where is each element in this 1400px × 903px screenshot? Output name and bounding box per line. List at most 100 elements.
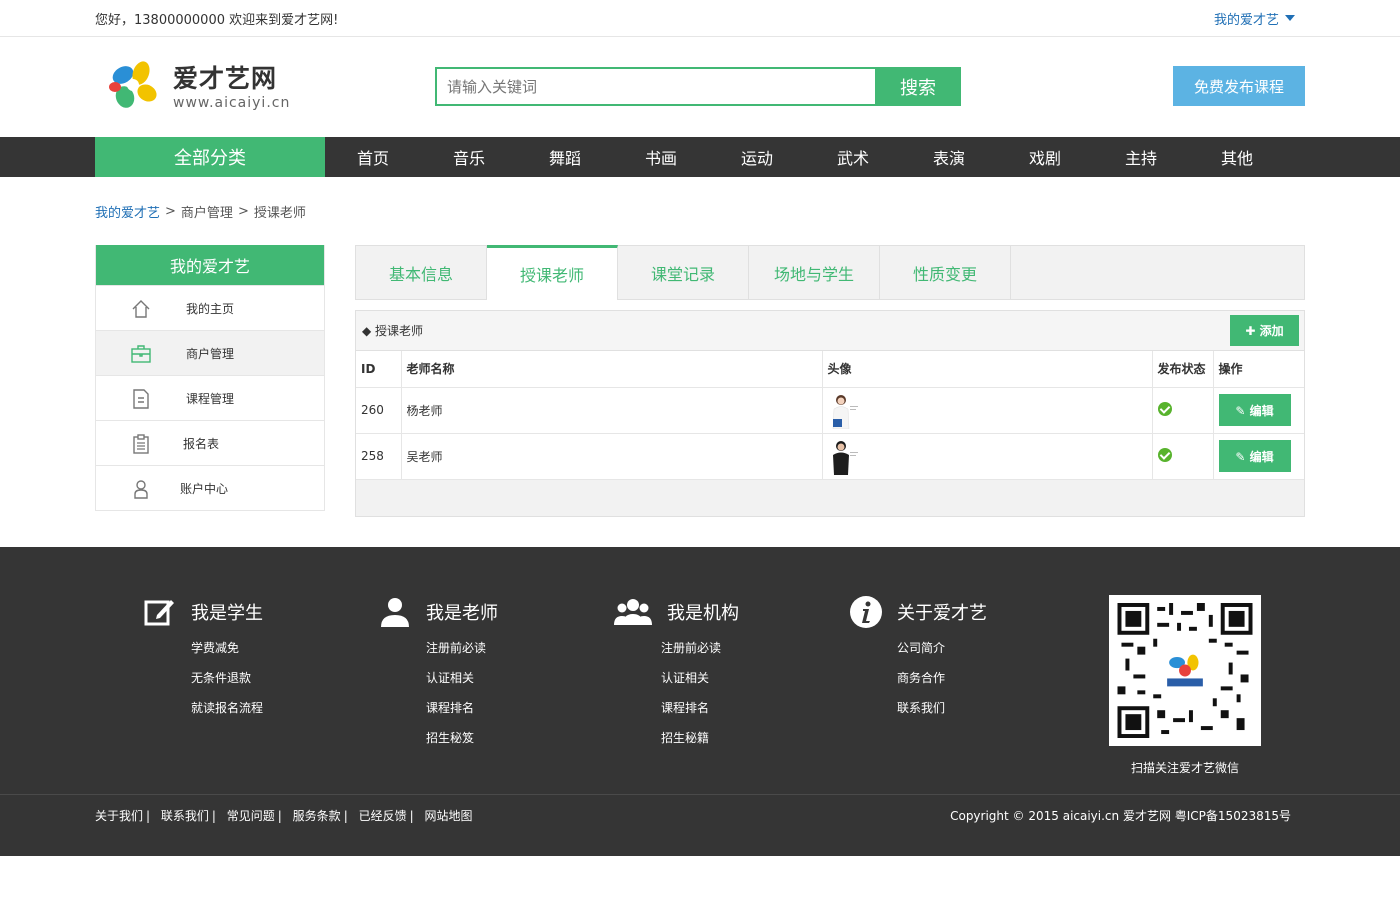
cell-avatar bbox=[822, 433, 1153, 480]
published-check-icon bbox=[1157, 447, 1172, 462]
nav-item-home[interactable]: 首页 bbox=[325, 137, 421, 177]
col-publish-status: 发布状态 bbox=[1152, 351, 1214, 388]
copyright-text: Copyright © 2015 aicaiyi.cn 爱才艺网 粤ICP备15… bbox=[950, 808, 1291, 823]
qr-code-icon bbox=[1117, 603, 1253, 738]
footer-bottom-link[interactable]: 常见问题 bbox=[227, 809, 275, 823]
footer-link[interactable]: 学费减免 bbox=[191, 633, 263, 663]
teacher-icon bbox=[381, 598, 409, 627]
my-account-dropdown[interactable]: 我的爱才艺 bbox=[1214, 9, 1305, 28]
tab-teachers[interactable]: 授课老师 bbox=[487, 245, 618, 300]
sidebar-item-registration[interactable]: 报名表 bbox=[96, 420, 324, 465]
edit-icon bbox=[144, 600, 174, 626]
wechat-qr: 扫描关注爱才艺微信 bbox=[1109, 595, 1261, 776]
panel-title: ◆ 授课老师 bbox=[362, 324, 424, 338]
edit-button[interactable]: ✎ 编辑 bbox=[1218, 394, 1291, 426]
main-nav: 全部分类 首页 音乐 舞蹈 书画 运动 武术 表演 戏剧 主持 其他 bbox=[0, 137, 1400, 177]
sidebar-item-account[interactable]: 账户中心 bbox=[96, 465, 324, 510]
col-id: ID bbox=[356, 351, 402, 388]
nav-item-music[interactable]: 音乐 bbox=[421, 137, 517, 177]
table-row: 260 杨老师 ✎ 编辑 bbox=[356, 387, 1304, 434]
footer-link[interactable]: 无条件退款 bbox=[191, 663, 263, 693]
col-teacher-name: 老师名称 bbox=[401, 351, 823, 388]
my-account-label: 我的爱才艺 bbox=[1213, 12, 1279, 28]
sidebar-item-label: 商户管理 bbox=[186, 346, 235, 361]
sidebar-item-home[interactable]: 我的主页 bbox=[96, 285, 324, 330]
site-logo[interactable]: 爱才艺网 www.aicaiyi.cn bbox=[103, 55, 290, 115]
col-actions: 操作 bbox=[1213, 351, 1304, 388]
all-categories-button[interactable]: 全部分类 bbox=[95, 137, 325, 177]
sidebar-title: 我的爱才艺 bbox=[96, 245, 324, 285]
cell-teacher-name: 吴老师 bbox=[401, 433, 823, 480]
edit-button[interactable]: ✎ 编辑 bbox=[1218, 440, 1291, 472]
caret-down-icon bbox=[1285, 15, 1295, 21]
sidebar-item-label: 课程管理 bbox=[186, 391, 235, 406]
nav-item-martial-arts[interactable]: 武术 bbox=[805, 137, 901, 177]
nav-item-sports[interactable]: 运动 bbox=[709, 137, 805, 177]
search-button[interactable]: 搜索 bbox=[875, 67, 961, 106]
footer-bottom-link[interactable]: 联系我们 bbox=[161, 809, 209, 823]
logo-url: www.aicaiyi.cn bbox=[173, 95, 291, 111]
breadcrumb-separator: > bbox=[237, 203, 249, 219]
cell-publish-status bbox=[1152, 387, 1214, 434]
footer-link[interactable]: 公司简介 bbox=[897, 633, 987, 663]
footer-link[interactable]: 课程排名 bbox=[661, 693, 739, 723]
header: 爱才艺网 www.aicaiyi.cn 搜索 免费发布课程 bbox=[0, 37, 1400, 137]
published-check-icon bbox=[1157, 401, 1172, 416]
document-icon bbox=[133, 389, 149, 409]
qr-caption: 扫描关注爱才艺微信 bbox=[1130, 761, 1239, 775]
breadcrumb-home-link[interactable]: 我的爱才艺 bbox=[95, 202, 160, 221]
home-icon bbox=[132, 300, 150, 318]
nav-item-hosting[interactable]: 主持 bbox=[1093, 137, 1189, 177]
sidebar-item-label: 账户中心 bbox=[180, 481, 229, 496]
sidebar-item-merchant[interactable]: 商户管理 bbox=[96, 330, 324, 375]
teacher-avatar-image bbox=[827, 391, 860, 429]
breadcrumb-level1[interactable]: 商户管理 bbox=[181, 202, 233, 221]
flower-logo-icon bbox=[109, 61, 157, 108]
tab-bar: 基本信息 授课老师 课堂记录 场地与学生 性质变更 bbox=[355, 245, 1305, 300]
footer-link[interactable]: 认证相关 bbox=[426, 663, 498, 693]
breadcrumb: 我的爱才艺 > 商户管理 > 授课老师 bbox=[95, 177, 1305, 245]
tab-class-records[interactable]: 课堂记录 bbox=[618, 246, 749, 299]
top-bar: 您好，13800000000 欢迎来到爱才艺网! 我的爱才艺 bbox=[0, 0, 1400, 37]
tab-basic-info[interactable]: 基本信息 bbox=[356, 246, 487, 299]
tab-nature-change[interactable]: 性质变更 bbox=[880, 246, 1011, 299]
footer-link[interactable]: 课程排名 bbox=[426, 693, 498, 723]
nav-item-other[interactable]: 其他 bbox=[1189, 137, 1285, 177]
footer-bottom-link[interactable]: 关于我们 bbox=[95, 809, 143, 823]
footer-bottom-link[interactable]: 服务条款 bbox=[293, 809, 341, 823]
sidebar-item-label: 我的主页 bbox=[186, 301, 235, 316]
search-input[interactable] bbox=[435, 67, 875, 106]
sidebar-item-courses[interactable]: 课程管理 bbox=[96, 375, 324, 420]
add-teacher-button[interactable]: ✚ 添加 bbox=[1230, 315, 1299, 346]
footer-col-about: 关于爱才艺 公司简介 商务合作 联系我们 bbox=[849, 595, 987, 723]
footer-link[interactable]: 商务合作 bbox=[897, 663, 987, 693]
cell-id: 258 bbox=[356, 433, 402, 480]
footer-bottom-link[interactable]: 网站地图 bbox=[424, 809, 472, 823]
footer-link[interactable]: 就读报名流程 bbox=[191, 693, 263, 723]
panel-footer bbox=[356, 479, 1304, 516]
nav-item-dance[interactable]: 舞蹈 bbox=[517, 137, 613, 177]
footer-col-teacher: 我是老师 注册前必读 认证相关 课程排名 招生秘笈 bbox=[378, 595, 498, 753]
cell-avatar bbox=[822, 387, 1153, 434]
footer-link[interactable]: 认证相关 bbox=[661, 663, 739, 693]
footer-link[interactable]: 招生秘籍 bbox=[661, 723, 739, 753]
briefcase-icon bbox=[131, 345, 151, 363]
footer-bottom-link[interactable]: 已经反馈 bbox=[359, 809, 407, 823]
cell-id: 260 bbox=[356, 387, 402, 434]
footer-col-student: 我是学生 学费减免 无条件退款 就读报名流程 bbox=[143, 595, 263, 723]
nav-item-drama[interactable]: 戏剧 bbox=[997, 137, 1093, 177]
nav-item-painting[interactable]: 书画 bbox=[613, 137, 709, 177]
group-icon bbox=[614, 599, 652, 625]
publish-course-button[interactable]: 免费发布课程 bbox=[1173, 66, 1305, 106]
footer-bottom: 关于我们 | 联系我们 | 常见问题 | 服务条款 | 已经反馈 | 网站地图 Copyr… bbox=[0, 794, 1400, 856]
teacher-avatar-image bbox=[827, 437, 860, 475]
footer-link[interactable]: 招生秘笈 bbox=[426, 723, 498, 753]
cell-publish-status bbox=[1152, 433, 1214, 480]
footer-link[interactable]: 注册前必读 bbox=[661, 633, 739, 663]
cell-actions: ✎ 编辑 bbox=[1213, 387, 1304, 434]
greeting-text: 您好，13800000000 欢迎来到爱才艺网! bbox=[95, 12, 339, 28]
footer-link[interactable]: 联系我们 bbox=[897, 693, 987, 723]
nav-item-performance[interactable]: 表演 bbox=[901, 137, 997, 177]
tab-venue-students[interactable]: 场地与学生 bbox=[749, 246, 880, 299]
footer-link[interactable]: 注册前必读 bbox=[426, 633, 498, 663]
